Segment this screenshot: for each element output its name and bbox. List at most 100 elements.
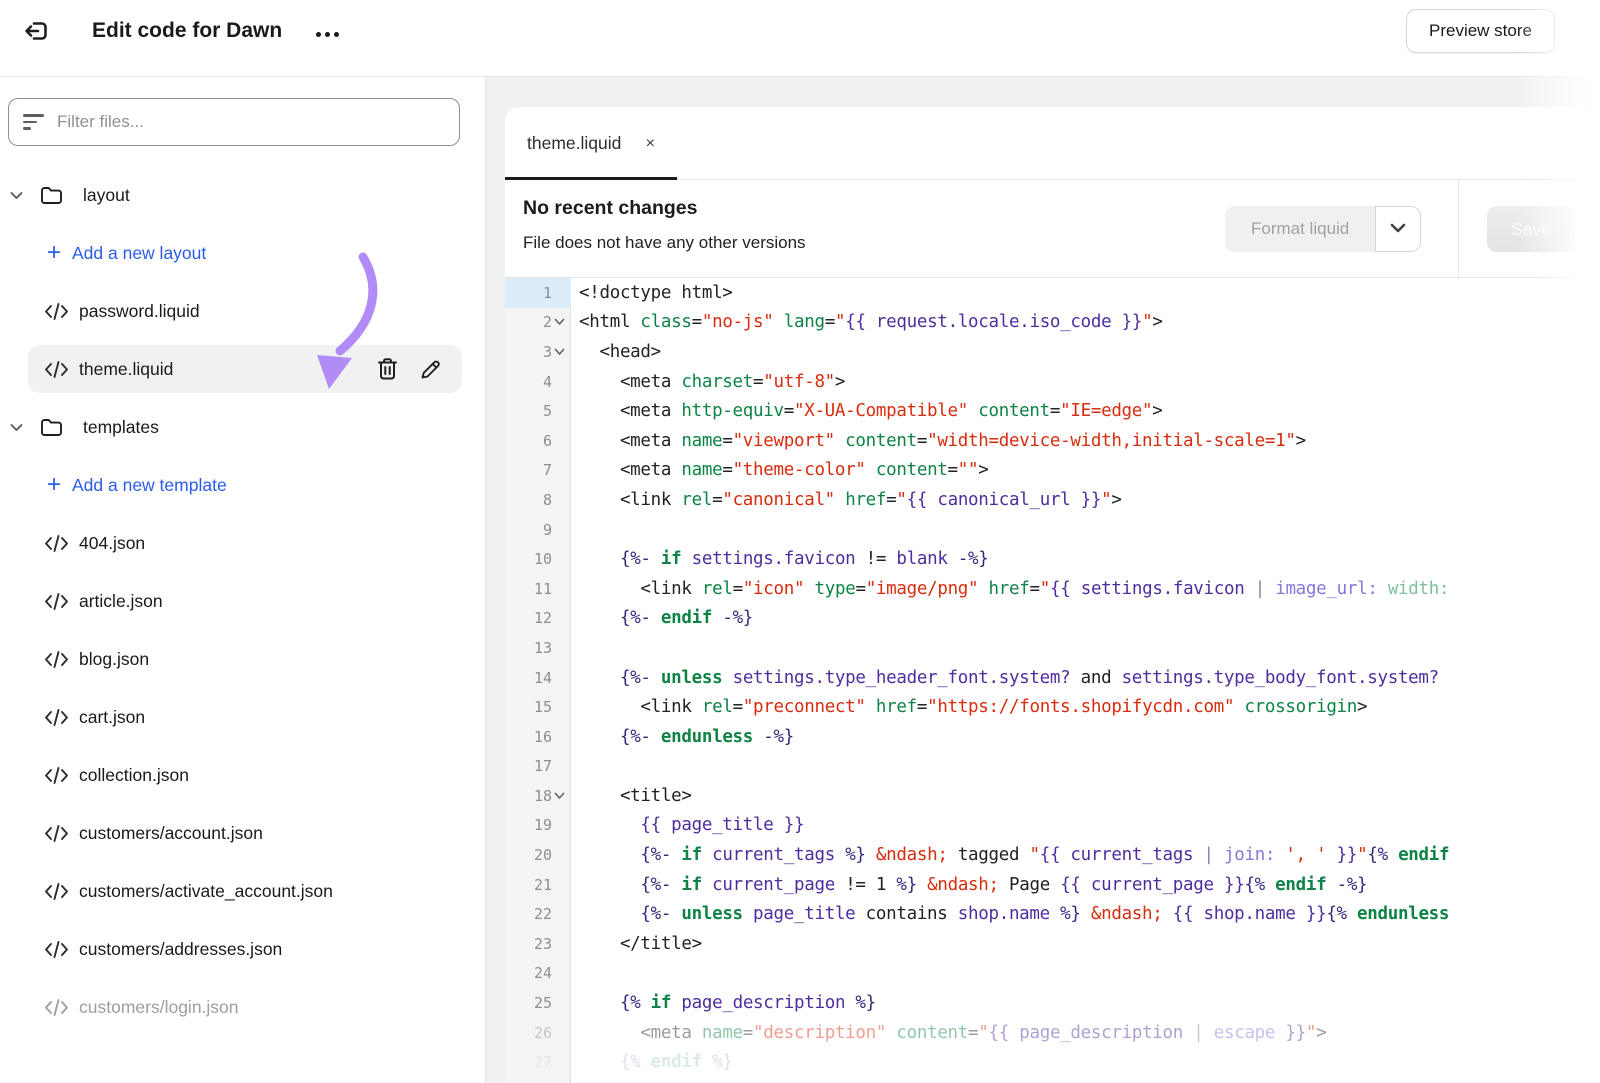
save-button[interactable]: Save xyxy=(1487,206,1575,252)
format-liquid-dropdown[interactable] xyxy=(1375,206,1421,252)
folder-layout[interactable]: layout xyxy=(0,166,486,224)
format-liquid-split-button: Format liquid xyxy=(1225,206,1421,252)
line-number: 5 xyxy=(543,402,552,420)
line-number-cell: 21 xyxy=(505,870,571,900)
line-number-cell: 8 xyxy=(505,485,571,515)
line-number-cell: 13 xyxy=(505,633,571,663)
add-a-new-layout[interactable]: + Add a new layout xyxy=(0,224,486,282)
tab-theme-liquid[interactable]: theme.liquid × xyxy=(505,107,677,180)
code-line-6[interactable]: 6 <meta name="viewport" content="width=d… xyxy=(505,426,1593,456)
code-line-27[interactable]: 27 {% endif %} xyxy=(505,1047,1593,1077)
folder-templates[interactable]: templates xyxy=(0,398,486,456)
top-bar: Edit code for Dawn Preview store xyxy=(0,0,1600,77)
code-text: <html class="no-js" lang="{{ request.loc… xyxy=(571,312,1593,332)
code-text: <meta name="theme-color" content=""> xyxy=(571,460,1593,480)
file-item-article-json[interactable]: article.json xyxy=(0,572,486,630)
format-liquid-button[interactable]: Format liquid xyxy=(1225,206,1375,252)
fold-chevron-icon[interactable] xyxy=(552,318,567,326)
line-number: 3 xyxy=(543,343,552,361)
item-label: Add a new layout xyxy=(72,243,206,264)
file-item-blog-json[interactable]: blog.json xyxy=(0,630,486,688)
page-title: Edit code for Dawn xyxy=(92,19,282,43)
code-line-3[interactable]: 3 <head> xyxy=(505,337,1593,367)
chevron-down-icon[interactable] xyxy=(10,423,24,432)
code-line-4[interactable]: 4 <meta charset="utf-8"> xyxy=(505,367,1593,397)
code-line-21[interactable]: 21 {%- if current_page != 1 %} &ndash; P… xyxy=(505,870,1593,900)
line-number: 18 xyxy=(534,787,552,805)
code-text: <meta name="viewport" content="width=dev… xyxy=(571,431,1593,451)
code-line-13[interactable]: 13 xyxy=(505,633,1593,663)
code-line-20[interactable]: 20 {%- if current_tags %} &ndash; tagged… xyxy=(505,840,1593,870)
code-line-23[interactable]: 23 </title> xyxy=(505,929,1593,959)
file-item-cart-json[interactable]: cart.json xyxy=(0,688,486,746)
trash-icon[interactable] xyxy=(376,357,399,381)
code-line-8[interactable]: 8 <link rel="canonical" href="{{ canonic… xyxy=(505,485,1593,515)
code-line-17[interactable]: 17 xyxy=(505,752,1593,782)
code-line-26[interactable]: 26 <meta name="description" content="{{ … xyxy=(505,1018,1593,1048)
pencil-icon[interactable] xyxy=(419,358,442,381)
code-line-15[interactable]: 15 <link rel="preconnect" href="https://… xyxy=(505,692,1593,722)
code-file-icon xyxy=(44,651,69,668)
filter-files-input[interactable] xyxy=(57,112,445,132)
code-line-5[interactable]: 5 <meta http-equiv="X-UA-Compatible" con… xyxy=(505,396,1593,426)
code-line-10[interactable]: 10 {%- if settings.favicon != blank -%} xyxy=(505,544,1593,574)
line-number: 10 xyxy=(534,550,552,568)
item-label: password.liquid xyxy=(79,301,200,322)
code-file-icon xyxy=(44,999,69,1016)
code-line-22[interactable]: 22 {%- unless page_title contains shop.n… xyxy=(505,899,1593,929)
add-a-new-template[interactable]: +Add a new template xyxy=(0,456,486,514)
code-file-icon xyxy=(44,709,69,726)
file-item-customers-account-json[interactable]: customers/account.json xyxy=(0,804,486,862)
file-item-customers-login-json[interactable]: customers/login.json xyxy=(0,978,486,1036)
line-number: 2 xyxy=(543,313,552,331)
folder-icon xyxy=(40,418,63,437)
more-menu-button[interactable] xyxy=(312,20,343,48)
plus-icon: + xyxy=(44,243,64,263)
line-number: 14 xyxy=(534,669,552,687)
code-file-icon xyxy=(44,825,69,842)
code-text: <title> xyxy=(571,786,1593,806)
code-line-19[interactable]: 19 {{ page_title }} xyxy=(505,811,1593,841)
file-item-collection-json[interactable]: collection.json xyxy=(0,746,486,804)
filter-files-box[interactable] xyxy=(8,98,460,146)
item-label: theme.liquid xyxy=(79,359,173,380)
line-number-cell: 4 xyxy=(505,367,571,397)
code-line-11[interactable]: 11 <link rel="icon" type="image/png" hre… xyxy=(505,574,1593,604)
code-line-2[interactable]: 2 <html class="no-js" lang="{{ request.l… xyxy=(505,308,1593,338)
code-file-icon xyxy=(44,593,69,610)
close-icon[interactable]: × xyxy=(646,135,655,153)
chevron-down-icon[interactable] xyxy=(10,191,24,200)
code-text: {{ page_title }} xyxy=(571,815,1593,835)
line-number-cell: 20 xyxy=(505,840,571,870)
line-number: 8 xyxy=(543,491,552,509)
line-number-cell: 12 xyxy=(505,604,571,634)
file-item-password-liquid[interactable]: password.liquid xyxy=(0,282,486,340)
line-number: 19 xyxy=(534,816,552,834)
item-label: customers/addresses.json xyxy=(79,939,282,960)
line-number: 17 xyxy=(534,757,552,775)
exit-button[interactable] xyxy=(18,14,56,52)
code-line-9[interactable]: 9 xyxy=(505,515,1593,545)
file-tree: layout + Add a new layout password.liquid th… xyxy=(0,166,486,1036)
file-item-customers-addresses-json[interactable]: customers/addresses.json xyxy=(0,920,486,978)
code-editor[interactable]: 1 <!doctype html>2 <html class="no-js" l… xyxy=(505,278,1593,1083)
code-line-18[interactable]: 18 <title> xyxy=(505,781,1593,811)
preview-store-button[interactable]: Preview store xyxy=(1406,9,1555,53)
file-item-404-json[interactable]: 404.json xyxy=(0,514,486,572)
file-item-theme-liquid[interactable]: theme.liquid xyxy=(0,340,486,398)
code-line-16[interactable]: 16 {%- endunless -%} xyxy=(505,722,1593,752)
code-line-25[interactable]: 25 {% if page_description %} xyxy=(505,988,1593,1018)
item-label: article.json xyxy=(79,591,163,612)
code-line-7[interactable]: 7 <meta name="theme-color" content=""> xyxy=(505,456,1593,486)
fold-chevron-icon[interactable] xyxy=(552,792,567,800)
tab-strip: theme.liquid × xyxy=(505,107,1593,180)
file-item-customers-activate-account-json[interactable]: customers/activate_account.json xyxy=(0,862,486,920)
code-text: <head> xyxy=(571,342,1593,362)
line-number: 7 xyxy=(543,461,552,479)
line-number-cell: 16 xyxy=(505,722,571,752)
code-line-14[interactable]: 14 {%- unless settings.type_header_font.… xyxy=(505,663,1593,693)
code-line-12[interactable]: 12 {%- endif -%} xyxy=(505,604,1593,634)
code-line-24[interactable]: 24 xyxy=(505,959,1593,989)
fold-chevron-icon[interactable] xyxy=(552,348,567,356)
code-line-1[interactable]: 1 <!doctype html> xyxy=(505,278,1593,308)
